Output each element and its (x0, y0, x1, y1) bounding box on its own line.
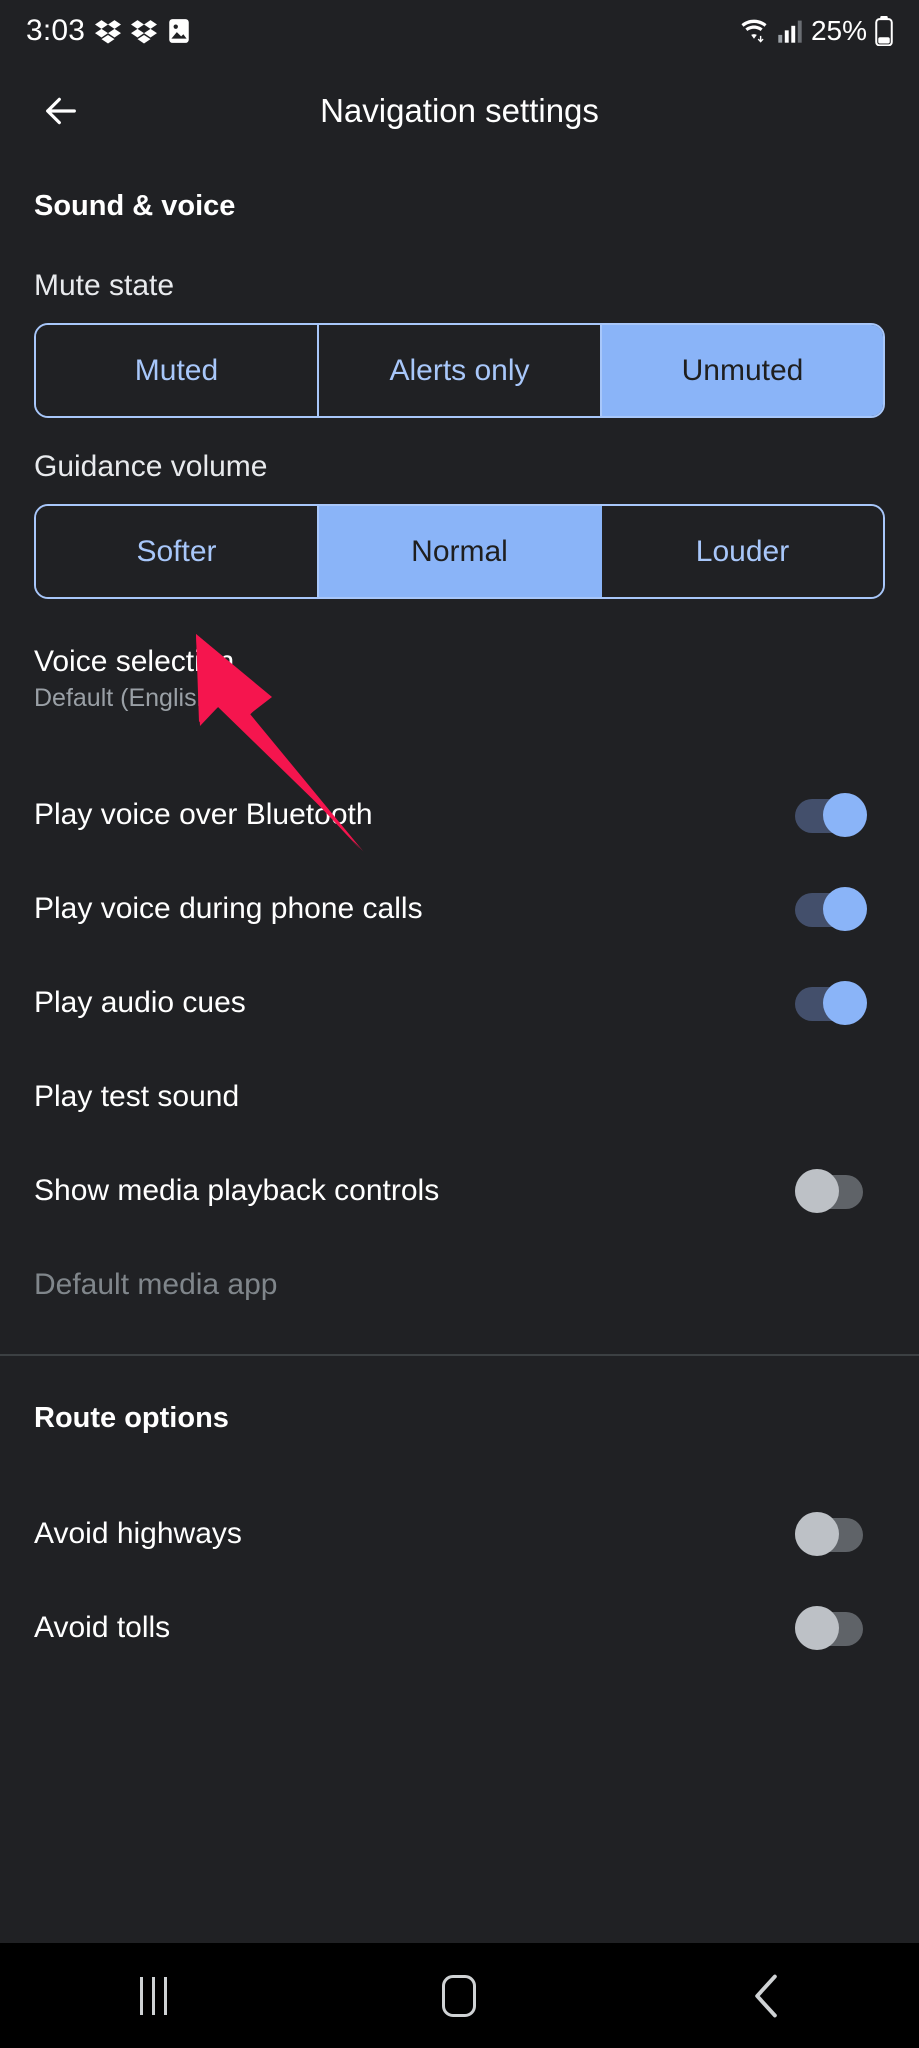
row-label: Play voice over Bluetooth (34, 798, 373, 831)
row-show-media-playback-controls[interactable]: Show media playback controls (0, 1144, 919, 1238)
status-bar-right: 25% (739, 15, 893, 47)
settings-scroll-area[interactable]: Sound & voice Mute state Muted Alerts on… (0, 160, 919, 1943)
system-navigation-bar (0, 1943, 919, 2048)
toggle-play-voice-over-bluetooth[interactable] (795, 793, 867, 838)
mute-state-label: Mute state (34, 269, 175, 302)
app-bar: Navigation settings (0, 62, 919, 160)
back-nav-button[interactable] (706, 1951, 826, 2041)
row-label: Play test sound (34, 1080, 240, 1113)
voice-selection-texts: Voice selection Default (English) (34, 645, 234, 712)
page-title: Navigation settings (320, 92, 599, 129)
section-header-route-options: Route options (34, 1402, 229, 1435)
chevron-left-icon (755, 1974, 777, 2017)
row-label: Avoid tolls (34, 1611, 171, 1644)
segment-unmuted[interactable]: Unmuted (602, 325, 883, 416)
arrow-left-icon (46, 97, 76, 125)
row-play-audio-cues[interactable]: Play audio cues (0, 956, 919, 1050)
toggle-show-media-playback-controls[interactable] (795, 1169, 867, 1214)
battery-percent-label: 25% (810, 15, 867, 46)
toggle-avoid-tolls[interactable] (795, 1606, 867, 1651)
image-icon (167, 18, 191, 44)
segment-normal[interactable]: Normal (319, 506, 602, 597)
home-button[interactable] (399, 1951, 519, 2041)
status-bar: 3:03 25% (0, 0, 919, 62)
segment-louder[interactable]: Louder (602, 506, 883, 597)
section-divider (0, 1354, 919, 1357)
row-avoid-tolls[interactable]: Avoid tolls (0, 1581, 919, 1675)
row-play-voice-over-bluetooth[interactable]: Play voice over Bluetooth (0, 768, 919, 862)
row-label: Avoid highways (34, 1517, 242, 1550)
status-bar-left: 3:03 (26, 14, 191, 48)
segment-alerts-only[interactable]: Alerts only (319, 325, 602, 416)
recents-button[interactable] (93, 1951, 213, 2041)
wifi-icon (739, 18, 769, 44)
row-label: Default media app (34, 1268, 278, 1301)
status-clock: 3:03 (26, 14, 86, 47)
row-default-media-app: Default media app (0, 1238, 919, 1332)
row-voice-selection[interactable]: Voice selection Default (English) (0, 645, 919, 712)
phone-screen: 3:03 25% Navigation settings Sound & voi… (0, 0, 919, 2048)
toggle-play-voice-during-phone-calls[interactable] (795, 887, 867, 932)
segment-muted[interactable]: Muted (36, 325, 319, 416)
battery-icon (875, 16, 893, 46)
row-play-test-sound[interactable]: Play test sound (0, 1050, 919, 1144)
row-avoid-highways[interactable]: Avoid highways (0, 1487, 919, 1581)
guidance-volume-label: Guidance volume (34, 450, 268, 483)
row-play-voice-during-phone-calls[interactable]: Play voice during phone calls (0, 862, 919, 956)
voice-selection-subtitle: Default (English) (34, 683, 219, 712)
recents-icon (139, 1976, 167, 2015)
toggle-play-audio-cues[interactable] (795, 981, 867, 1026)
home-icon (442, 1974, 477, 2017)
mute-state-segmented-control[interactable]: Muted Alerts only Unmuted (34, 323, 885, 418)
guidance-volume-segmented-control[interactable]: Softer Normal Louder (34, 504, 885, 599)
cellular-signal-icon (777, 18, 803, 44)
row-label: Show media playback controls (34, 1174, 440, 1207)
row-label: Play voice during phone calls (34, 892, 423, 925)
back-button[interactable] (24, 74, 98, 148)
voice-selection-title: Voice selection (34, 645, 235, 678)
dropbox-icon (95, 18, 122, 44)
toggle-avoid-highways[interactable] (795, 1512, 867, 1557)
dropbox-icon (131, 18, 158, 44)
section-header-sound-voice: Sound & voice (34, 190, 236, 222)
row-label: Play audio cues (34, 986, 246, 1019)
segment-softer[interactable]: Softer (36, 506, 319, 597)
